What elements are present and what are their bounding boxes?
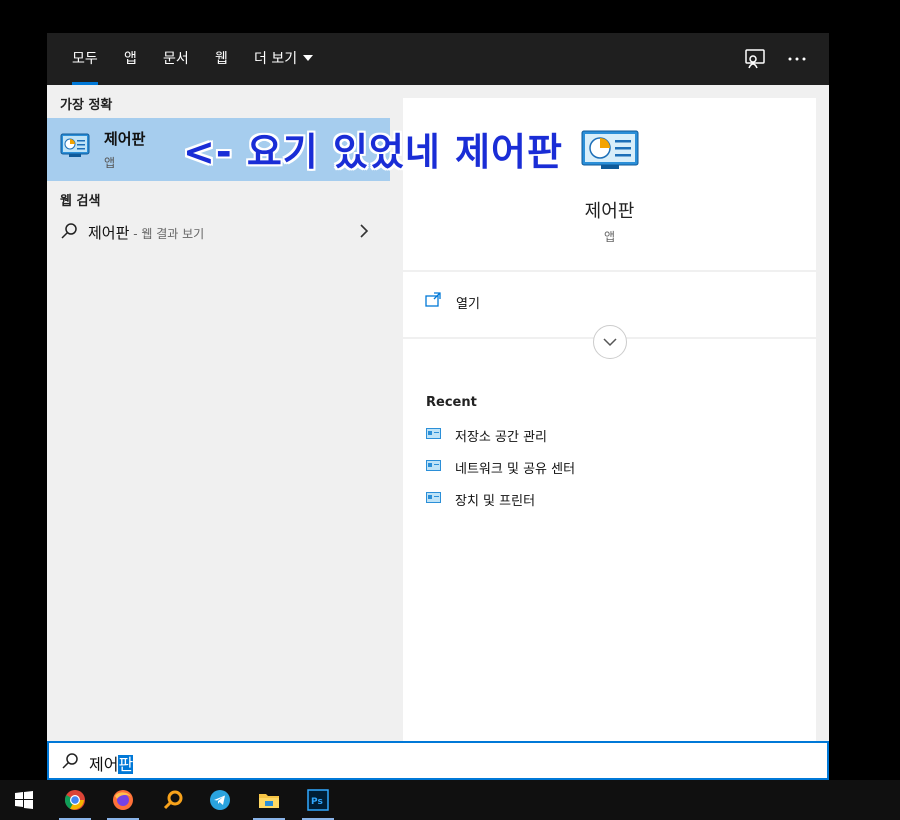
search-icon: [62, 753, 78, 769]
search-query-selected: 판: [118, 755, 134, 774]
search-query-typed: 제어: [89, 755, 119, 774]
detail-subtitle: 앱: [603, 230, 616, 244]
caret-down-icon: [303, 55, 314, 61]
best-match-heading: 가장 정확: [60, 98, 113, 113]
svg-text:Ps: Ps: [311, 797, 323, 807]
tab-more[interactable]: 더 보기: [254, 33, 314, 85]
start-icon: [15, 791, 33, 809]
taskbar-chrome[interactable]: [55, 780, 95, 820]
search-topbar: 모두 앱 문서 웹 더 보기: [47, 33, 829, 85]
open-window-icon: [425, 292, 441, 307]
taskbar-photoshop[interactable]: Ps: [298, 780, 338, 820]
file-explorer-icon: [259, 794, 279, 808]
result-detail-pane: 제어판 앱 열기 Recent 저장소 공간 관리 네트워크 및 공유 센터 장…: [403, 98, 816, 741]
web-search-heading: 웹 검색: [60, 194, 101, 209]
best-match-title: 제어판: [104, 130, 146, 148]
control-panel-small-icon: [426, 428, 441, 439]
telegram-icon: [210, 790, 230, 810]
search-app-icon: [163, 790, 183, 810]
recent-heading: Recent: [426, 395, 477, 410]
taskbar: Ps: [0, 780, 900, 820]
web-result-text: 제어판 - 웹 결과 보기: [88, 222, 204, 243]
taskbar-firefox[interactable]: [103, 780, 143, 820]
open-label: 열기: [456, 297, 480, 312]
taskbar-file-explorer[interactable]: [249, 780, 289, 820]
feedback-icon[interactable]: [743, 47, 767, 71]
best-match-subtitle: 앱: [104, 156, 116, 170]
control-panel-small-icon: [426, 492, 441, 503]
expand-button[interactable]: [593, 325, 627, 359]
recent-item-label: 저장소 공간 관리: [455, 430, 547, 445]
tab-all[interactable]: 모두: [72, 33, 98, 85]
web-result-query: 제어판: [88, 224, 130, 242]
more-options-icon[interactable]: [785, 47, 809, 71]
search-input[interactable]: 제어판: [47, 741, 829, 780]
recent-item-label: 장치 및 프린터: [455, 494, 536, 509]
web-search-result[interactable]: 제어판 - 웹 결과 보기: [47, 216, 390, 248]
firefox-icon: [113, 790, 133, 810]
results-list: 가장 정확 제어판 앱 웹 검색 제어판 - 웹 결과 보기: [47, 85, 390, 741]
taskbar-telegram[interactable]: [200, 780, 240, 820]
tab-web[interactable]: 웹: [215, 33, 228, 85]
tab-more-label: 더 보기: [254, 51, 298, 67]
start-button[interactable]: [4, 780, 44, 820]
divider: [403, 270, 816, 272]
control-panel-large-icon: [581, 130, 639, 169]
web-result-suffix: - 웹 결과 보기: [129, 227, 205, 241]
tab-apps[interactable]: 앱: [124, 33, 137, 85]
search-query: 제어판: [89, 751, 134, 775]
taskbar-search-app[interactable]: [153, 780, 193, 820]
recent-item-label: 네트워크 및 공유 센터: [455, 462, 576, 477]
search-icon: [61, 223, 77, 239]
chrome-icon: [64, 790, 85, 810]
control-panel-small-icon: [426, 460, 441, 471]
control-panel-icon: [60, 133, 90, 157]
detail-title: 제어판: [584, 201, 635, 222]
chevron-down-icon: [603, 338, 617, 347]
chevron-right-icon[interactable]: [358, 222, 370, 240]
tab-documents[interactable]: 문서: [163, 33, 189, 85]
photoshop-icon: Ps: [307, 789, 329, 811]
annotation-text: <- 요기 있었네 제어판: [183, 130, 563, 174]
